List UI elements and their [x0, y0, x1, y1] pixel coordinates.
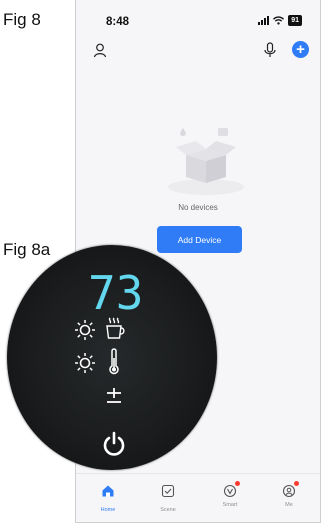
tab-scene[interactable]: Scene: [148, 484, 188, 513]
figure-label-8a: Fig 8a: [3, 240, 51, 259]
add-device-button[interactable]: Add Device: [157, 226, 242, 253]
figure-label-8: Fig 8: [3, 10, 41, 29]
empty-box-illustration: [168, 128, 244, 195]
top-bar: +: [76, 40, 320, 64]
tab-scene-label: Scene: [160, 507, 176, 513]
power-icon[interactable]: [101, 431, 127, 459]
plus-minus-icon[interactable]: [104, 386, 124, 406]
home-icon: [102, 485, 114, 497]
status-bar: 8:48 91: [76, 0, 320, 40]
tab-home[interactable]: Home: [88, 484, 128, 513]
notification-dot: [294, 481, 299, 486]
sun-icon[interactable]: [74, 352, 96, 374]
wifi-icon: [273, 16, 285, 25]
battery-indicator: 91: [288, 15, 302, 26]
notification-dot: [235, 481, 240, 486]
microphone-icon[interactable]: [263, 42, 277, 58]
tab-me-label: Me: [285, 502, 293, 508]
empty-state-message: No devices: [178, 203, 218, 212]
status-icons: 91: [258, 15, 302, 26]
scene-icon: [161, 484, 175, 498]
tab-home-label: Home: [100, 507, 116, 513]
tab-bar: Home Scene Smart Me: [76, 473, 320, 522]
tab-me[interactable]: Me: [269, 481, 309, 508]
temperature-display: 73: [88, 266, 144, 320]
user-icon[interactable]: [92, 42, 108, 58]
smart-icon: [223, 484, 237, 498]
me-icon: [282, 484, 296, 498]
signal-icon: [258, 16, 270, 25]
tab-smart-label: Smart: [222, 502, 238, 508]
sun-icon[interactable]: [74, 319, 96, 341]
thermometer-icon[interactable]: [107, 348, 121, 376]
add-icon[interactable]: +: [292, 41, 309, 58]
status-time: 8:48: [106, 16, 130, 28]
tab-smart[interactable]: Smart: [210, 481, 250, 508]
coffee-cup-icon[interactable]: [104, 316, 126, 342]
